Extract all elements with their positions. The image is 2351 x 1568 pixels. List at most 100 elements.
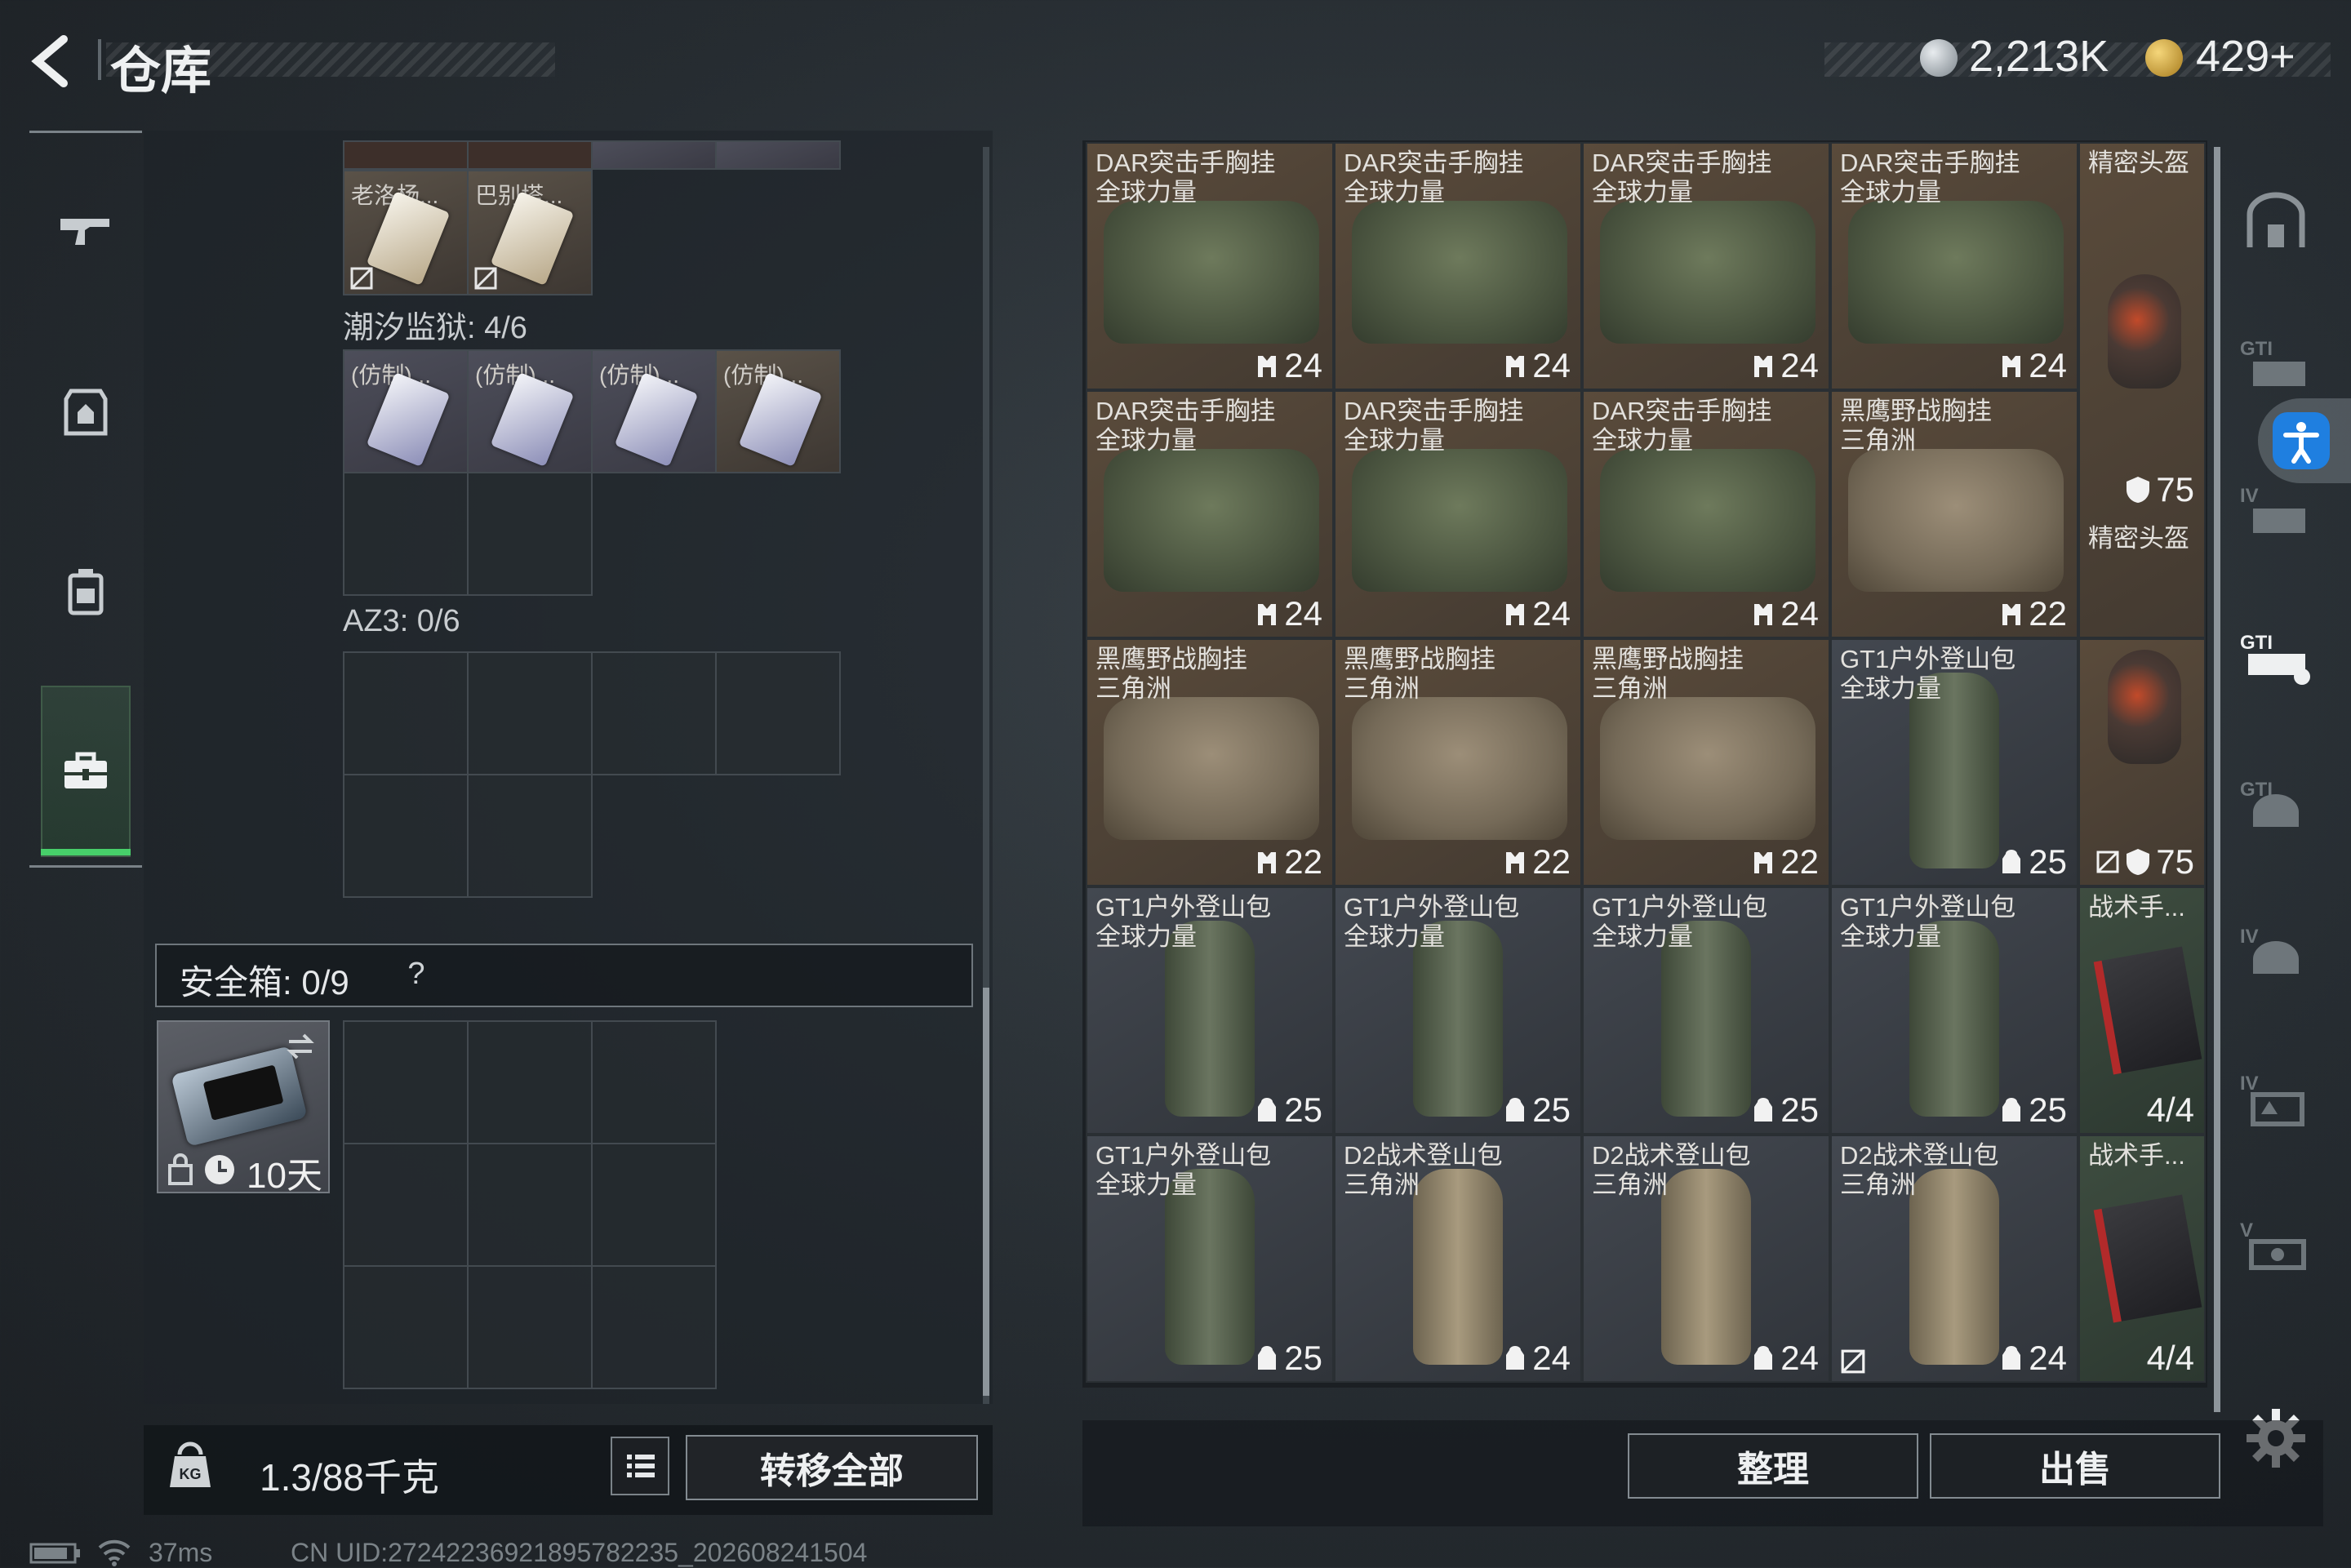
gti-backpack-icon: GTI — [2240, 632, 2310, 685]
keycard-item[interactable]: (仿制)... — [591, 349, 717, 473]
empty-slot[interactable] — [343, 774, 469, 898]
list-view-button[interactable] — [611, 1437, 669, 1495]
item-capacity: 24 — [1999, 346, 2067, 385]
empty-slot[interactable] — [467, 1265, 593, 1389]
accessibility-button[interactable] — [2273, 412, 2330, 469]
empty-slot[interactable] — [343, 1143, 469, 1267]
grid-item-vest[interactable]: DAR突击手胸挂 全球力量 24 — [1582, 390, 1830, 638]
empty-slot[interactable] — [467, 651, 593, 775]
item-name: 战术手... — [2088, 893, 2185, 922]
item-capacity: 22 — [1751, 842, 1819, 882]
item-name: 战术手... — [2088, 1141, 2185, 1170]
grid-item-helmet[interactable]: 精密头盔 75 精密头盔 — [2078, 142, 2206, 638]
grid-item-medkit[interactable]: 战术手... 4/4 — [2078, 886, 2206, 1135]
organize-button[interactable]: 整理 — [1628, 1433, 1918, 1499]
grid-item-vest[interactable]: 黑鹰野战胸挂 三角洲 22 — [1334, 638, 1582, 886]
tab-iv-case[interactable]: IV — [2233, 1053, 2318, 1143]
grid-item-vest[interactable]: DAR突击手胸挂 全球力量 24 — [1830, 142, 2078, 390]
empty-slot[interactable] — [591, 1143, 717, 1267]
grid-cell[interactable] — [591, 140, 717, 170]
transfer-all-button[interactable]: 转移全部 — [686, 1435, 978, 1500]
item-faction: 三角洲 — [1344, 674, 1420, 703]
keycard-item[interactable]: (仿制)... — [343, 349, 469, 473]
keycard-item[interactable]: 老洛杨... — [343, 170, 469, 295]
grid-item-backpack[interactable]: GT1户外登山包 全球力量 25 — [1830, 638, 2078, 886]
tab-armory[interactable] — [2233, 178, 2318, 268]
empty-slot[interactable] — [343, 472, 469, 596]
empty-slot[interactable] — [343, 651, 469, 775]
grid-scrollbar[interactable] — [2214, 147, 2220, 1412]
capacity-value: 24 — [2029, 346, 2067, 384]
empty-slot[interactable] — [343, 1265, 469, 1389]
grid-item-medkit[interactable]: 战术手... 4/4 — [2078, 1135, 2206, 1383]
uid-text: CN UID:27242236921895782235_202608241504 — [291, 1538, 868, 1567]
empty-slot[interactable] — [467, 1143, 593, 1267]
sidebar-item-weapons[interactable] — [41, 188, 131, 278]
grid-item-backpack[interactable]: GT1户外登山包 全球力量 25 — [1830, 886, 2078, 1135]
grid-item-vest[interactable]: DAR突击手胸挂 全球力量 24 — [1334, 142, 1582, 390]
grid-item-vest[interactable]: DAR突击手胸挂 全球力量 24 — [1086, 142, 1334, 390]
chest-rig-image — [1352, 449, 1567, 592]
empty-slot[interactable] — [467, 1020, 593, 1144]
swap-icon[interactable] — [284, 1030, 317, 1063]
empty-slot[interactable] — [467, 472, 593, 596]
ping-text: 37ms — [149, 1538, 213, 1567]
empty-slot[interactable] — [343, 1020, 469, 1144]
grid-item-vest[interactable]: DAR突击手胸挂 全球力量 24 — [1334, 390, 1582, 638]
sidebar-item-vest[interactable] — [41, 367, 131, 457]
grid-cell[interactable] — [467, 140, 593, 170]
grid-item-backpack[interactable]: D2战术登山包 三角洲 24 — [1830, 1135, 2078, 1383]
keycard-item[interactable]: (仿制)... — [715, 349, 841, 473]
grid-item-backpack[interactable]: D2战术登山包 三角洲 24 — [1334, 1135, 1582, 1383]
sidebar-active-bar — [41, 849, 131, 855]
grid-item-backpack[interactable]: GT1户外登山包 全球力量 25 — [1086, 1135, 1334, 1383]
chest-rig-image — [1352, 201, 1567, 344]
grid-item-vest[interactable]: 黑鹰野战胸挂 三角洲 22 — [1086, 638, 1334, 886]
item-name: D2战术登山包 — [1344, 1141, 1503, 1170]
tab-gti-backpack[interactable]: GTI — [2233, 612, 2318, 702]
empty-slot[interactable] — [591, 1265, 717, 1389]
empty-slot[interactable] — [715, 651, 841, 775]
grid-item-backpack[interactable]: GT1户外登山包 全球力量 25 — [1582, 886, 1830, 1135]
item-name: DAR突击手胸挂 — [1592, 149, 1772, 177]
grid-item-vest[interactable]: DAR突击手胸挂 全球力量 24 — [1086, 390, 1334, 638]
help-icon[interactable]: ? — [398, 957, 434, 993]
grid-item-vest[interactable]: DAR突击手胸挂 全球力量 24 — [1582, 142, 1830, 390]
grid-item-vest[interactable]: 黑鹰野战胸挂 三角洲 22 — [1830, 390, 2078, 638]
keycard-item[interactable]: (仿制)... — [467, 349, 593, 473]
grid-cell[interactable] — [715, 140, 841, 170]
item-faction: 全球力量 — [1840, 674, 1941, 703]
empty-slot[interactable] — [591, 651, 717, 775]
back-arrow-icon[interactable] — [24, 33, 82, 90]
capacity-value: 22 — [1284, 842, 1322, 881]
currency-2-value[interactable]: 429+ — [2196, 31, 2295, 82]
grid-item-backpack[interactable]: GT1户外登山包 全球力量 25 — [1334, 886, 1582, 1135]
grid-item-backpack[interactable]: D2战术登山包 三角洲 24 — [1582, 1135, 1830, 1383]
tab-gti-vest[interactable]: GTI — [2233, 318, 2318, 408]
storage-scroll-thumb[interactable] — [983, 988, 989, 1396]
tab-iv-helmet[interactable]: IV — [2233, 906, 2318, 996]
keycard-item[interactable]: 巴别塔... — [467, 170, 593, 295]
empty-slot[interactable] — [467, 774, 593, 898]
backpack-icon — [68, 569, 104, 615]
sidebar-item-backpack[interactable] — [41, 547, 131, 637]
tab-iv-vest[interactable]: IV — [2233, 465, 2318, 555]
capacity-value: 22 — [1532, 842, 1571, 881]
battery-icon — [29, 1543, 80, 1564]
backpack-capacity-icon — [1258, 1346, 1277, 1370]
item-capacity: 25 — [1999, 842, 2067, 882]
sidebar-item-case[interactable] — [41, 726, 131, 816]
grid-item-helmet[interactable]: 75 — [2078, 638, 2206, 886]
empty-slot[interactable] — [591, 1020, 717, 1144]
tab-gti-helmet[interactable]: GTI — [2233, 759, 2318, 849]
grid-item-vest[interactable]: 黑鹰野战胸挂 三角洲 22 — [1582, 638, 1830, 886]
capacity-value: 24 — [2029, 1339, 2067, 1377]
tab-v-case[interactable]: V — [2233, 1200, 2318, 1290]
item-capacity: 24 — [1999, 1339, 2067, 1378]
gti-helmet-icon: GTI — [2240, 779, 2299, 827]
grid-item-backpack[interactable]: GT1户外登山包 全球力量 25 — [1086, 886, 1334, 1135]
grid-cell[interactable] — [343, 140, 469, 170]
no-insure-icon — [2096, 851, 2119, 873]
sell-button[interactable]: 出售 — [1930, 1433, 2220, 1499]
weight-capacity: 1.3/88千克 — [260, 1456, 439, 1499]
